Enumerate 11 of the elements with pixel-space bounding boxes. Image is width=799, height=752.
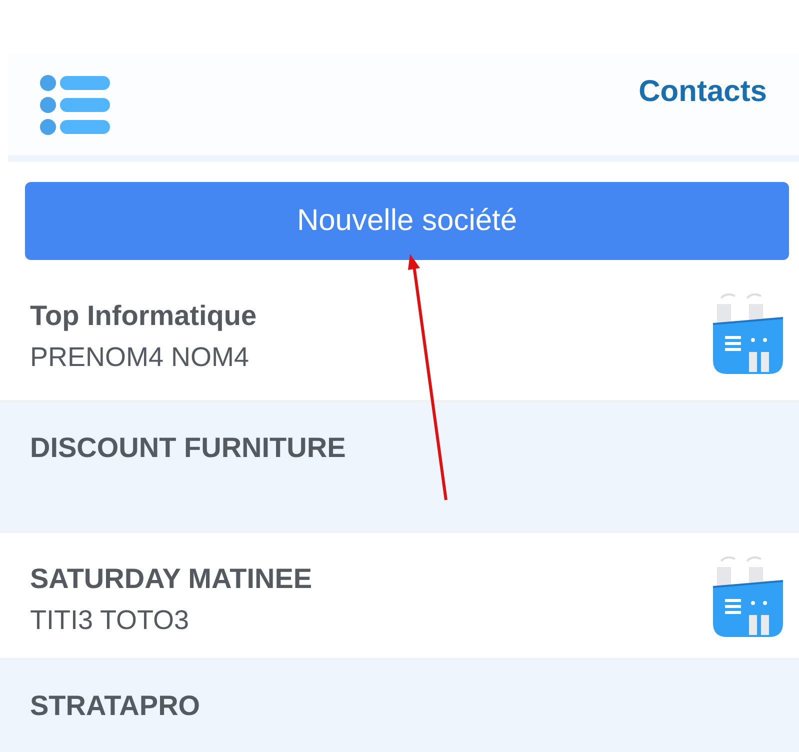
company-list-item[interactable]: DISCOUNT FURNITURE bbox=[0, 402, 799, 533]
page-title: Contacts bbox=[638, 75, 767, 109]
company-name: Top Informatique bbox=[30, 300, 257, 332]
contact-name: PRENOM4 NOM4 bbox=[30, 342, 250, 373]
company-name: DISCOUNT FURNITURE bbox=[30, 432, 346, 464]
company-name: SATURDAY MATINEE bbox=[30, 563, 312, 595]
contact-name: TITI3 TOTO3 bbox=[30, 605, 190, 636]
new-company-button[interactable]: Nouvelle société bbox=[25, 182, 789, 260]
company-list-item[interactable]: STRATAPRO bbox=[0, 660, 799, 752]
menu-icon[interactable] bbox=[40, 74, 110, 136]
company-name: STRATAPRO bbox=[30, 690, 200, 722]
